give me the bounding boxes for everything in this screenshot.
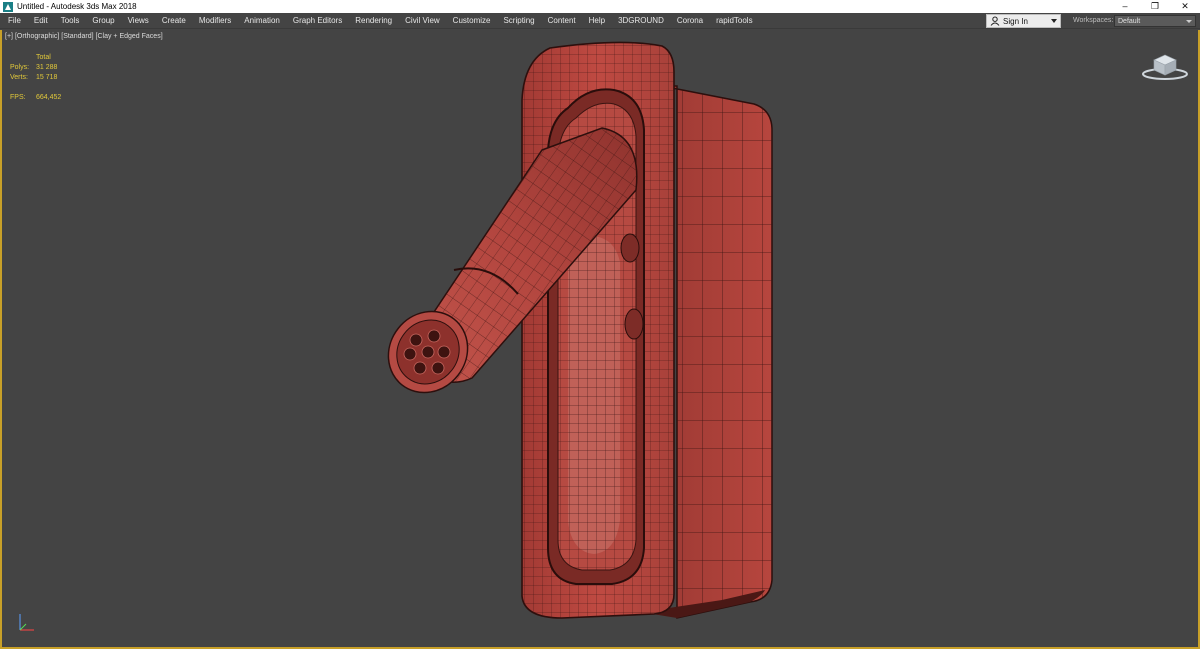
minimize-button[interactable]: –	[1110, 0, 1140, 13]
maximize-button[interactable]: ❐	[1140, 0, 1170, 13]
menu-modifiers[interactable]: Modifiers	[193, 13, 238, 29]
menu-file[interactable]: File	[2, 13, 28, 29]
menu-graph-editors[interactable]: Graph Editors	[287, 13, 349, 29]
menu-tools[interactable]: Tools	[55, 13, 87, 29]
chevron-down-icon	[1051, 19, 1057, 23]
close-button[interactable]: ✕	[1170, 0, 1200, 13]
viewport[interactable]: [+] [Orthographic] [Standard] [Clay + Ed…	[0, 30, 1200, 649]
workspaces-label: Workspaces:	[1073, 17, 1114, 24]
sign-in-label: Sign In	[1003, 16, 1028, 26]
title-bar: Untitled - Autodesk 3ds Max 2018 – ❐ ✕	[0, 0, 1200, 13]
menu-rapidtools[interactable]: rapidTools	[710, 13, 759, 29]
menu-views[interactable]: Views	[122, 13, 156, 29]
menu-edit[interactable]: Edit	[28, 13, 55, 29]
menu-items: File Edit Tools Group Views Create Modif…	[0, 13, 760, 29]
menu-civil-view[interactable]: Civil View	[399, 13, 447, 29]
menu-corona[interactable]: Corona	[671, 13, 710, 29]
menu-rendering[interactable]: Rendering	[349, 13, 399, 29]
menu-bar: File Edit Tools Group Views Create Modif…	[0, 13, 1200, 29]
menu-group[interactable]: Group	[86, 13, 121, 29]
chevron-down-icon	[1186, 20, 1192, 23]
window-controls: – ❐ ✕	[1110, 0, 1200, 13]
app-logo-icon	[3, 1, 13, 12]
menu-help[interactable]: Help	[583, 13, 612, 29]
axis-tripod-icon	[19, 614, 34, 631]
menu-customize[interactable]: Customize	[447, 13, 498, 29]
user-icon	[990, 16, 1000, 26]
workspaces-select[interactable]: Default	[1114, 15, 1196, 27]
menu-content[interactable]: Content	[542, 13, 583, 29]
handle-mesh-model[interactable]	[2, 30, 1198, 647]
workspaces-value: Default	[1118, 18, 1141, 25]
menu-scripting[interactable]: Scripting	[497, 13, 541, 29]
window-title: Untitled - Autodesk 3ds Max 2018	[17, 2, 137, 11]
menu-animation[interactable]: Animation	[238, 13, 287, 29]
menu-create[interactable]: Create	[156, 13, 193, 29]
sign-in-dropdown[interactable]: Sign In	[986, 14, 1061, 28]
menu-3dground[interactable]: 3DGROUND	[612, 13, 671, 29]
